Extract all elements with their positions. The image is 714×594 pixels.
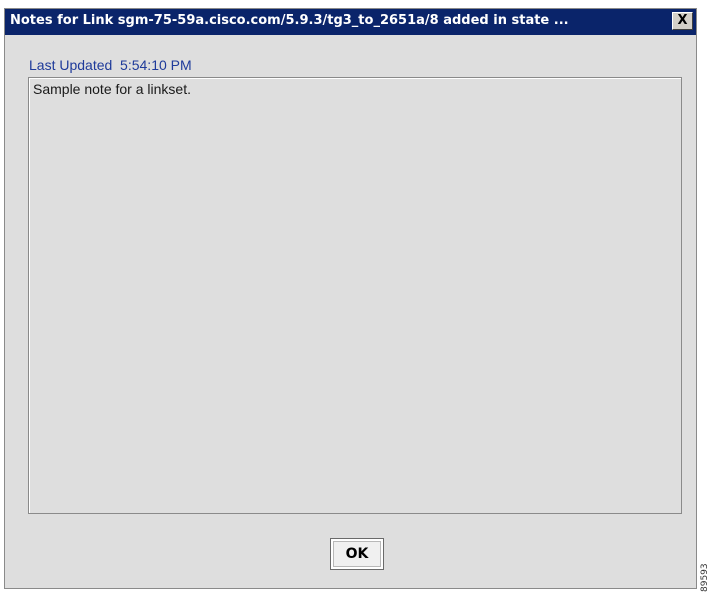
title-bar[interactable]: Notes for Link sgm-75-59a.cisco.com/5.9.… <box>5 9 696 35</box>
close-button[interactable]: X <box>672 12 693 30</box>
dialog-title: Notes for Link sgm-75-59a.cisco.com/5.9.… <box>10 13 569 28</box>
ok-button[interactable]: OK <box>330 538 384 570</box>
figure-id: 89593 <box>700 563 710 592</box>
close-icon: X <box>677 13 688 28</box>
notes-dialog: Notes for Link sgm-75-59a.cisco.com/5.9.… <box>4 8 697 589</box>
notes-textarea[interactable]: Sample note for a linkset. <box>28 77 682 514</box>
last-updated-label: Last Updated 5:54:10 PM <box>29 57 192 73</box>
